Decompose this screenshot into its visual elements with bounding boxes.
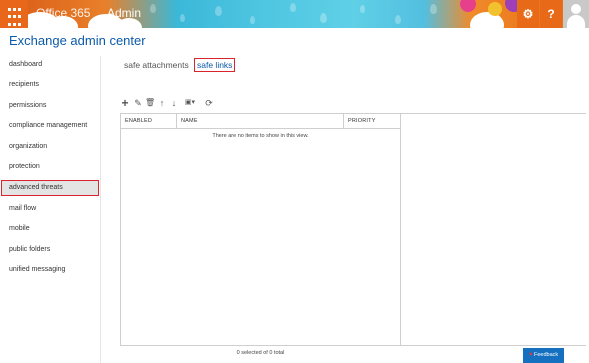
column-divider <box>176 114 177 129</box>
tab-safe-links[interactable]: safe links <box>194 58 236 72</box>
nav-item-dashboard[interactable]: dashboard <box>9 61 42 68</box>
details-pane-divider <box>400 114 401 346</box>
flower-decoration <box>460 0 476 12</box>
user-avatar-icon <box>571 4 581 14</box>
raindrop-decoration <box>180 14 185 22</box>
edit-icon[interactable]: ✎ <box>133 97 143 109</box>
nav-divider <box>100 56 101 363</box>
help-button[interactable]: ? <box>540 0 562 28</box>
flower-decoration <box>488 2 502 16</box>
raindrop-decoration <box>150 4 156 13</box>
nav-item-organization[interactable]: organization <box>9 143 47 150</box>
raindrop-decoration <box>320 13 327 23</box>
raindrop-decoration <box>430 4 437 14</box>
add-icon[interactable]: + <box>120 97 130 109</box>
delete-icon[interactable]: 🗑 <box>145 97 155 109</box>
nav-item-permissions[interactable]: permissions <box>9 102 46 109</box>
nav-item-mail-flow[interactable]: mail flow <box>9 205 36 212</box>
app-name: Admin <box>107 6 142 20</box>
nav-item-compliance-management[interactable]: compliance management <box>9 122 87 129</box>
nav-item-recipients[interactable]: recipients <box>9 81 39 88</box>
raindrop-decoration <box>290 3 296 12</box>
nav-item-unified-messaging[interactable]: unified messaging <box>9 266 65 273</box>
move-up-icon[interactable]: ↑ <box>157 97 167 109</box>
list-header: ENABLED NAME PRIORITY <box>121 114 400 129</box>
column-header-enabled[interactable]: ENABLED <box>125 118 152 124</box>
nav-item-mobile[interactable]: mobile <box>9 225 30 232</box>
settings-button[interactable]: ⚙ <box>517 0 539 28</box>
page-title: Exchange admin center <box>9 33 146 48</box>
nav-item-advanced-threats[interactable]: advanced threats <box>1 180 99 196</box>
feedback-label: Feedback <box>533 352 559 358</box>
column-header-priority[interactable]: PRIORITY <box>348 118 376 124</box>
brand-label: Office 365 <box>36 6 91 20</box>
app-launcher-button[interactable] <box>0 0 28 28</box>
nav-item-protection[interactable]: protection <box>9 163 40 170</box>
raindrop-decoration <box>395 15 401 24</box>
user-avatar-button[interactable] <box>563 0 589 28</box>
nav-item-public-folders[interactable]: public folders <box>9 246 50 253</box>
raindrop-decoration <box>360 5 365 13</box>
help-icon: ? <box>547 7 555 21</box>
column-divider <box>343 114 344 129</box>
refresh-icon[interactable]: ⟳ <box>204 97 214 109</box>
app-launcher-icon <box>8 8 11 11</box>
tab-safe-attachments[interactable]: safe attachments <box>124 60 189 70</box>
column-header-name[interactable]: NAME <box>181 118 198 124</box>
empty-list-message: There are no items to show in this view. <box>212 133 309 139</box>
more-options-icon[interactable]: ▣▾ <box>182 97 198 109</box>
feedback-button[interactable]: ♥ Feedback <box>523 348 564 363</box>
heart-icon: ♥ <box>528 352 533 358</box>
list-footer-divider <box>120 345 586 346</box>
gear-icon: ⚙ <box>522 7 534 21</box>
policy-list: ENABLED NAME PRIORITY There are no items… <box>120 113 586 346</box>
selection-status: 0 selected of 0 total <box>236 350 285 356</box>
raindrop-decoration <box>215 6 222 16</box>
move-down-icon[interactable]: ↓ <box>169 97 179 109</box>
raindrop-decoration <box>250 16 255 24</box>
